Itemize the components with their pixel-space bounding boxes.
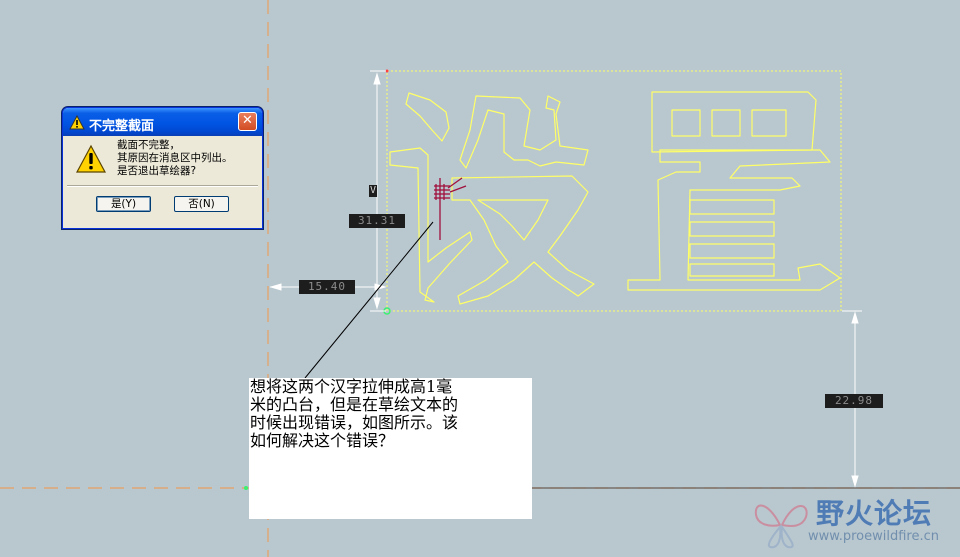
note-line: 想将这两个汉字拉伸成高1毫 <box>250 377 453 396</box>
watermark-name: 野火论坛 <box>816 497 933 530</box>
forum-watermark: 野火论坛 www.proewildfire.cn <box>748 489 960 557</box>
height-dimension-value[interactable]: 31.31 <box>349 214 405 228</box>
note-line: 米的凸台，但是在草绘文本的 <box>250 395 459 414</box>
left-offset-dimension-value[interactable]: 15.40 <box>299 280 355 294</box>
message-line: 截面不完整， <box>117 139 180 151</box>
dialog-separator <box>67 185 258 187</box>
origin-point <box>244 486 248 490</box>
incomplete-section-dialog: 不完整截面 ✕ 截面不完整， 其原因在消息区中列出。 是否退出草绘器? 是(Y)… <box>62 107 263 229</box>
dialog-message: 截面不完整， 其原因在消息区中列出。 是否退出草绘器? <box>117 139 233 178</box>
message-line: 其原因在消息区中列出。 <box>117 152 233 164</box>
warning-icon <box>69 114 85 134</box>
character-she-outline <box>389 92 595 305</box>
annotation-leader <box>304 221 434 379</box>
dialog-title: 不完整截面 <box>89 119 155 134</box>
note-line: 如何解决这个错误？ <box>250 431 395 450</box>
note-line: 时候出现错误，如图所示。该 <box>250 413 459 432</box>
error-marker <box>434 177 467 240</box>
close-button[interactable]: ✕ <box>238 112 257 131</box>
vertical-constraint-marker[interactable]: V <box>369 185 377 197</box>
message-line: 是否退出草绘器? <box>117 165 197 177</box>
text-bounding-box <box>386 70 842 312</box>
watermark-url: www.proewildfire.cn <box>808 529 939 544</box>
annotation-note: 想将这两个汉字拉伸成高1毫 米的凸台，但是在草绘文本的 时候出现错误，如图所示。… <box>249 378 532 519</box>
warning-icon <box>75 144 107 178</box>
bottom-offset-dimension-value[interactable]: 22.98 <box>825 394 883 408</box>
character-zhi-outline <box>627 91 841 291</box>
yes-button[interactable]: 是(Y) <box>96 196 151 212</box>
no-button[interactable]: 否(N) <box>174 196 229 212</box>
dialog-title-bar[interactable]: 不完整截面 ✕ <box>63 108 262 136</box>
butterfly-logo-icon <box>750 491 812 557</box>
dialog-body: 截面不完整， 其原因在消息区中列出。 是否退出草绘器? 是(Y) 否(N) <box>63 136 262 228</box>
